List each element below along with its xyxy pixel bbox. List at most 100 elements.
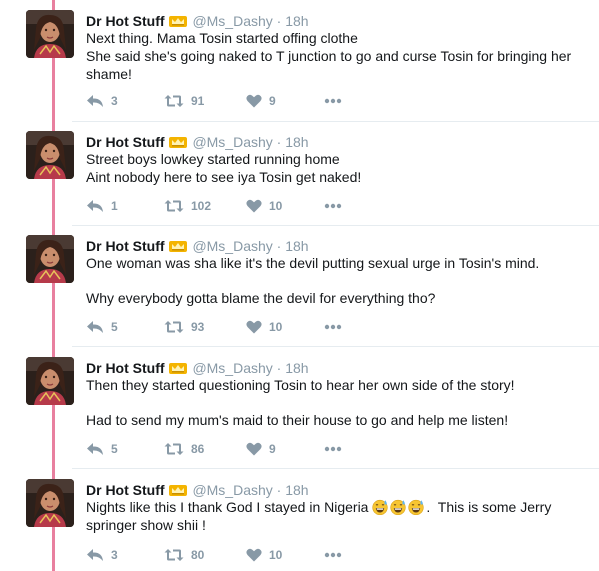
retweet-button[interactable]: 91 bbox=[164, 92, 204, 110]
avatar[interactable] bbox=[26, 131, 74, 179]
separator: · bbox=[276, 360, 282, 376]
like-button[interactable]: 10 bbox=[246, 318, 282, 336]
reply-icon bbox=[86, 442, 104, 456]
retweet-button[interactable]: 102 bbox=[164, 197, 211, 215]
retweet-count: 91 bbox=[191, 94, 205, 108]
tweet-header: Dr Hot Stuff @Ms_Dashy · 18h bbox=[86, 133, 309, 151]
avatar[interactable] bbox=[26, 235, 74, 283]
display-name[interactable]: Dr Hot Stuff bbox=[86, 134, 165, 150]
reply-button[interactable]: 1 bbox=[86, 197, 118, 215]
retweet-button[interactable]: 93 bbox=[164, 318, 204, 336]
heart-icon bbox=[246, 199, 262, 213]
tweet-header: Dr Hot Stuff @Ms_Dashy · 18h bbox=[86, 12, 309, 30]
more-button[interactable] bbox=[324, 197, 342, 215]
like-count: 10 bbox=[269, 320, 283, 334]
like-count: 10 bbox=[269, 199, 283, 213]
tweet-text-segment: . This is some Jerry bbox=[426, 499, 552, 515]
reply-button[interactable]: 5 bbox=[86, 440, 118, 458]
like-button[interactable]: 10 bbox=[246, 197, 282, 215]
avatar[interactable] bbox=[26, 10, 74, 58]
tweet-line: Next thing. Mama Tosin started offing cl… bbox=[86, 30, 358, 46]
tweet-text-segment: Nights like this I thank God I stayed in… bbox=[86, 499, 369, 515]
tweet-line: Aint nobody here to see iya Tosin get na… bbox=[86, 169, 362, 185]
user-handle[interactable]: @Ms_Dashy bbox=[192, 482, 272, 498]
user-handle[interactable]: @Ms_Dashy bbox=[192, 360, 272, 376]
separator: · bbox=[276, 13, 282, 29]
more-icon bbox=[324, 324, 342, 330]
reply-count: 5 bbox=[111, 320, 118, 334]
retweet-icon bbox=[164, 548, 184, 562]
reply-button[interactable]: 3 bbox=[86, 92, 118, 110]
crown-icon bbox=[169, 363, 187, 374]
separator: · bbox=[276, 134, 282, 150]
user-handle[interactable]: @Ms_Dashy bbox=[192, 238, 272, 254]
separator: · bbox=[276, 482, 282, 498]
tweet-line: Then they started questioning Tosin to h… bbox=[86, 377, 515, 393]
tweet-line: springer show shii ! bbox=[86, 517, 206, 533]
retweet-icon bbox=[164, 94, 184, 108]
retweet-button[interactable]: 80 bbox=[164, 546, 204, 564]
retweet-count: 80 bbox=[191, 548, 205, 562]
more-icon bbox=[324, 98, 342, 104]
like-count: 9 bbox=[269, 94, 276, 108]
like-button[interactable]: 9 bbox=[246, 92, 276, 110]
more-button[interactable] bbox=[324, 318, 342, 336]
retweet-icon bbox=[164, 320, 184, 334]
like-count: 9 bbox=[269, 442, 276, 456]
like-button[interactable]: 9 bbox=[246, 440, 276, 458]
tweet-text: One woman was sha like it's the devil pu… bbox=[86, 254, 586, 307]
timestamp[interactable]: 18h bbox=[285, 360, 308, 376]
divider bbox=[72, 121, 599, 122]
tweet-line: Had to send my mum's maid to their house… bbox=[86, 412, 509, 428]
tweet-line: One woman was sha like it's the devil pu… bbox=[86, 255, 540, 271]
display-name[interactable]: Dr Hot Stuff bbox=[86, 13, 165, 29]
display-name[interactable]: Dr Hot Stuff bbox=[86, 482, 165, 498]
heart-icon bbox=[246, 94, 262, 108]
reply-count: 3 bbox=[111, 94, 118, 108]
separator: · bbox=[276, 238, 282, 254]
tweet-line: She said she's going naked to T junction… bbox=[86, 48, 572, 64]
divider bbox=[72, 225, 599, 226]
retweet-count: 86 bbox=[191, 442, 205, 456]
reply-icon bbox=[86, 548, 104, 562]
more-button[interactable] bbox=[324, 92, 342, 110]
reply-icon bbox=[86, 94, 104, 108]
timestamp[interactable]: 18h bbox=[285, 482, 308, 498]
more-button[interactable] bbox=[324, 440, 342, 458]
reply-count: 5 bbox=[111, 442, 118, 456]
more-button[interactable] bbox=[324, 546, 342, 564]
display-name[interactable]: Dr Hot Stuff bbox=[86, 238, 165, 254]
reply-button[interactable]: 5 bbox=[86, 318, 118, 336]
tweet-line: Street boys lowkey started running home bbox=[86, 151, 340, 167]
avatar[interactable] bbox=[26, 357, 74, 405]
tweet-header: Dr Hot Stuff @Ms_Dashy · 18h bbox=[86, 481, 309, 499]
timestamp[interactable]: 18h bbox=[285, 238, 308, 254]
like-count: 10 bbox=[269, 548, 283, 562]
retweet-button[interactable]: 86 bbox=[164, 440, 204, 458]
crown-icon bbox=[169, 137, 187, 148]
avatar[interactable] bbox=[26, 479, 74, 527]
divider bbox=[72, 346, 599, 347]
tweet-text: Then they started questioning Tosin to h… bbox=[86, 376, 586, 429]
like-button[interactable]: 10 bbox=[246, 546, 282, 564]
retweet-count: 93 bbox=[191, 320, 205, 334]
crown-icon bbox=[169, 485, 187, 496]
sweat-smile-emoji-icon bbox=[408, 499, 424, 515]
retweet-count: 102 bbox=[191, 199, 212, 213]
display-name[interactable]: Dr Hot Stuff bbox=[86, 360, 165, 376]
reply-button[interactable]: 3 bbox=[86, 546, 118, 564]
tweet-header: Dr Hot Stuff @Ms_Dashy · 18h bbox=[86, 359, 309, 377]
tweet-line: Nights like this I thank God I stayed in… bbox=[86, 498, 586, 516]
timestamp[interactable]: 18h bbox=[285, 13, 308, 29]
crown-icon bbox=[169, 241, 187, 252]
retweet-icon bbox=[164, 442, 184, 456]
timestamp[interactable]: 18h bbox=[285, 134, 308, 150]
reply-count: 1 bbox=[111, 199, 118, 213]
reply-icon bbox=[86, 320, 104, 334]
heart-icon bbox=[246, 320, 262, 334]
reply-icon bbox=[86, 199, 104, 213]
heart-icon bbox=[246, 548, 262, 562]
user-handle[interactable]: @Ms_Dashy bbox=[192, 134, 272, 150]
user-handle[interactable]: @Ms_Dashy bbox=[192, 13, 272, 29]
heart-icon bbox=[246, 442, 262, 456]
